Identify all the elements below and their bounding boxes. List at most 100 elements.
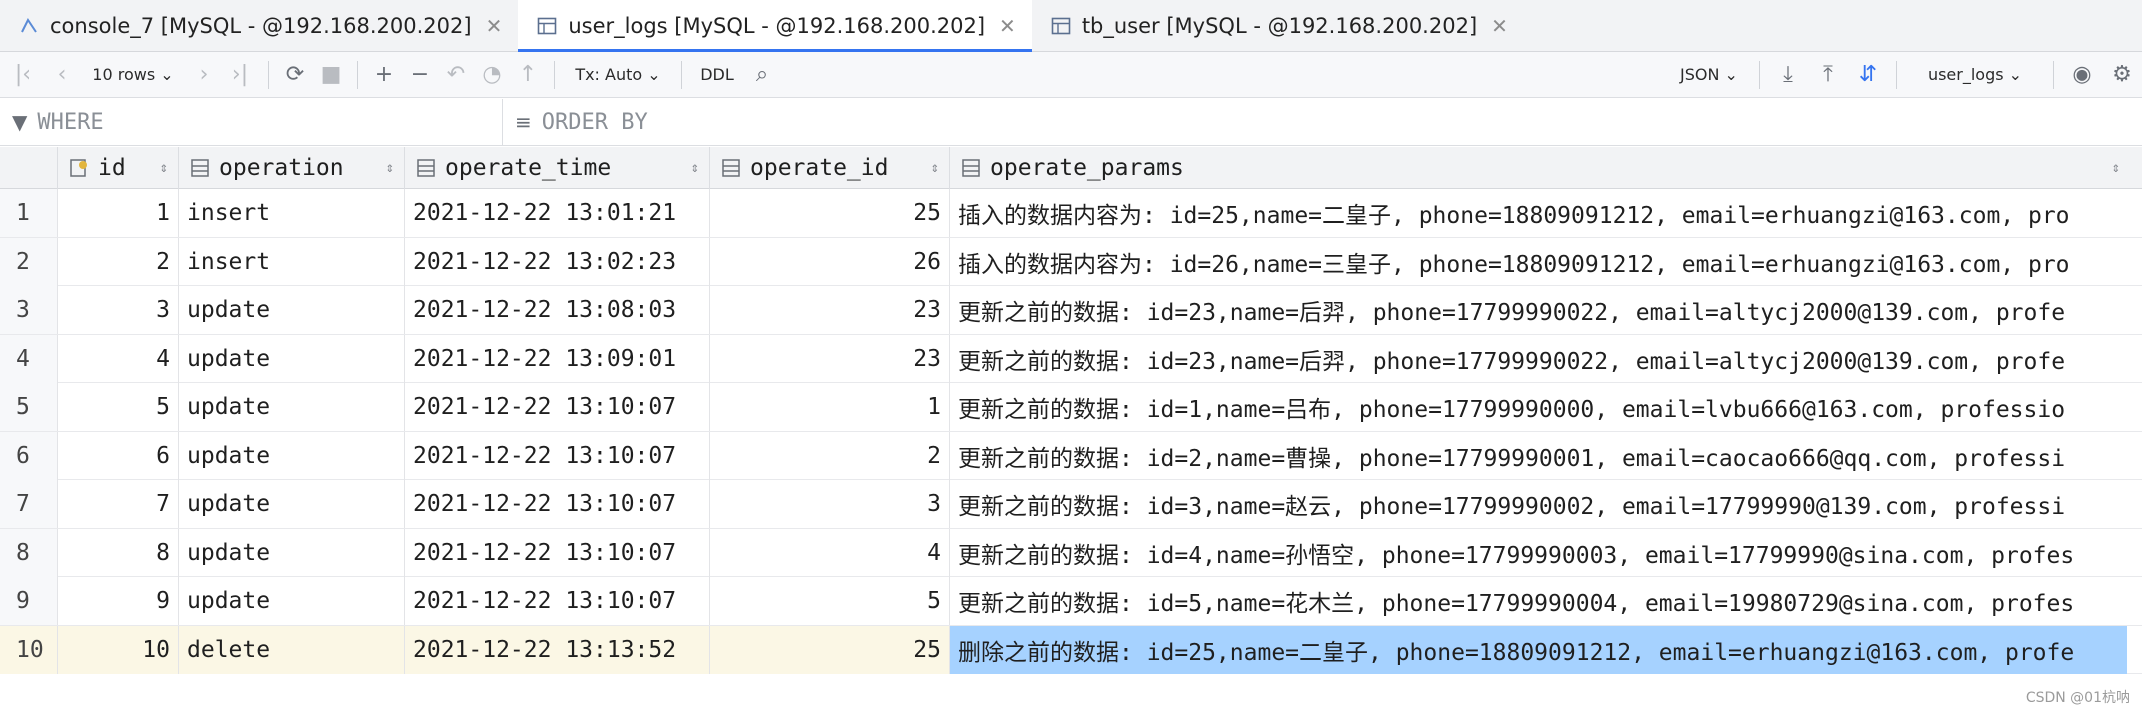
previous-page-icon[interactable]: ‹ (46, 52, 78, 98)
cell-operation[interactable]: update (179, 431, 405, 480)
cell-operate-time[interactable]: 2021-12-22 13:08:03 (405, 286, 710, 334)
cell-operate-params[interactable]: 更新之前的数据: id=4,name=孙悟空, phone=1779999000… (950, 529, 2127, 577)
cell-id[interactable]: 7 (58, 480, 179, 528)
table-select-dropdown[interactable]: user_logs ⌄ (1905, 52, 2045, 98)
cell-operation[interactable]: update (179, 334, 405, 383)
cell-operation[interactable]: insert (179, 189, 405, 237)
view-icon[interactable]: ◉ (2062, 52, 2102, 98)
compare-icon[interactable]: ⇵ (1848, 52, 1888, 98)
rows-count-dropdown[interactable]: 10 rows ⌄ (78, 52, 188, 98)
add-row-icon[interactable]: + (366, 52, 402, 98)
table-row[interactable]: 2 2 insert 2021-12-22 13:02:23 26 插入的数据内… (0, 237, 2142, 286)
format-dropdown[interactable]: JSON ⌄ (1667, 52, 1751, 98)
cell-operate-id[interactable]: 1 (710, 383, 950, 431)
cell-operate-time[interactable]: 2021-12-22 13:10:07 (405, 528, 710, 577)
search-icon[interactable]: ⌕ (744, 52, 780, 98)
first-page-icon[interactable]: |‹ (0, 52, 46, 98)
cell-operation[interactable]: update (179, 286, 405, 334)
refresh-icon[interactable]: ⟳ (277, 52, 313, 98)
close-icon[interactable]: ✕ (1491, 14, 1508, 38)
cell-operate-id[interactable]: 23 (710, 334, 950, 383)
cell-operation[interactable]: update (179, 480, 405, 528)
delete-row-icon[interactable]: − (402, 52, 438, 98)
column-header-operation[interactable]: operation ⇕ (179, 147, 405, 189)
sort-icon[interactable]: ⇕ (931, 160, 939, 176)
cell-operate-id[interactable]: 26 (710, 237, 950, 286)
cell-id[interactable]: 3 (58, 286, 179, 334)
cell-operate-params[interactable]: 更新之前的数据: id=23,name=后羿, phone=1779999002… (950, 286, 2127, 334)
cell-operate-params[interactable]: 更新之前的数据: id=2,name=曹操, phone=17799990001… (950, 432, 2127, 480)
transaction-mode-dropdown[interactable]: Tx: Auto ⌄ (563, 52, 673, 98)
preview-changes-icon[interactable]: ◔ (474, 52, 510, 98)
cell-id[interactable]: 1 (58, 189, 179, 237)
cell-operate-id[interactable]: 4 (710, 528, 950, 577)
cell-id[interactable]: 4 (58, 334, 179, 383)
tab-user-logs[interactable]: user_logs [MySQL - @192.168.200.202] ✕ (518, 0, 1033, 53)
order-by-input[interactable]: ≡ ORDER BY (503, 99, 648, 145)
next-page-icon[interactable]: › (188, 52, 220, 98)
cell-operate-params-selected[interactable]: 删除之前的数据: id=25,name=二皇子, phone=188090912… (950, 625, 2127, 674)
tab-console-7[interactable]: console_7 [MySQL - @192.168.200.202] ✕ (0, 0, 518, 52)
table-row[interactable]: 5 5 update 2021-12-22 13:10:07 1 更新之前的数据… (0, 383, 2142, 432)
cell-operate-id[interactable]: 2 (710, 431, 950, 480)
revert-icon[interactable]: ↶ (438, 52, 474, 98)
ddl-button[interactable]: DDL (690, 52, 744, 98)
where-filter-input[interactable]: ▼ WHERE (0, 99, 503, 145)
cell-operation[interactable]: update (179, 383, 405, 431)
table-row[interactable]: 3 3 update 2021-12-22 13:08:03 23 更新之前的数… (0, 286, 2142, 335)
cell-operate-id[interactable]: 25 (710, 189, 950, 237)
cell-id[interactable]: 6 (58, 431, 179, 480)
close-icon[interactable]: ✕ (486, 14, 503, 38)
cell-operation[interactable]: insert (179, 237, 405, 286)
table-row[interactable]: 1 1 insert 2021-12-22 13:01:21 25 插入的数据内… (0, 189, 2142, 238)
cell-operate-time[interactable]: 2021-12-22 13:13:52 (405, 625, 710, 674)
cell-operate-params[interactable]: 更新之前的数据: id=3,name=赵云, phone=17799990002… (950, 480, 2127, 528)
cell-operate-params[interactable]: 更新之前的数据: id=5,name=花木兰, phone=1779999000… (950, 577, 2127, 625)
cell-operation[interactable]: update (179, 528, 405, 577)
cell-operate-params[interactable]: 更新之前的数据: id=1,name=吕布, phone=17799990000… (950, 383, 2127, 431)
table-row-selected[interactable]: 10 10 delete 2021-12-22 13:13:52 25 删除之前… (0, 625, 2142, 674)
cell-id[interactable]: 5 (58, 383, 179, 431)
cell-operate-time[interactable]: 2021-12-22 13:10:07 (405, 383, 710, 431)
last-page-icon[interactable]: ›| (220, 52, 260, 98)
cell-operate-id[interactable]: 5 (710, 577, 950, 625)
tab-tb-user[interactable]: tb_user [MySQL - @192.168.200.202] ✕ (1032, 0, 1524, 52)
stop-icon[interactable]: ■ (313, 52, 349, 98)
cell-operation[interactable]: delete (179, 625, 405, 674)
column-header-operate-id[interactable]: operate_id ⇕ (710, 147, 950, 189)
column-header-id[interactable]: id ⇕ (58, 147, 179, 189)
cell-operate-params[interactable]: 更新之前的数据: id=23,name=后羿, phone=1779999002… (950, 335, 2127, 383)
cell-operate-id[interactable]: 25 (710, 625, 950, 674)
close-icon[interactable]: ✕ (999, 14, 1016, 38)
gear-icon[interactable]: ⚙ (2102, 52, 2142, 98)
cell-operate-params[interactable]: 插入的数据内容为: id=25,name=二皇子, phone=18809091… (950, 189, 2127, 237)
cell-operate-time[interactable]: 2021-12-22 13:10:07 (405, 431, 710, 480)
cell-operation[interactable]: update (179, 577, 405, 625)
cell-operate-id[interactable]: 23 (710, 286, 950, 334)
sort-icon[interactable]: ⇕ (691, 160, 699, 176)
cell-id[interactable]: 2 (58, 237, 179, 286)
table-row[interactable]: 6 6 update 2021-12-22 13:10:07 2 更新之前的数据… (0, 431, 2142, 480)
sort-icon[interactable]: ⇕ (2112, 160, 2120, 176)
cell-operate-time[interactable]: 2021-12-22 13:01:21 (405, 189, 710, 237)
cell-operate-time[interactable]: 2021-12-22 13:10:07 (405, 480, 710, 528)
cell-operate-params[interactable]: 插入的数据内容为: id=26,name=三皇子, phone=18809091… (950, 238, 2127, 286)
cell-operate-id[interactable]: 3 (710, 480, 950, 528)
column-header-operate-time[interactable]: operate_time ⇕ (405, 147, 710, 189)
export-icon[interactable]: ⤓ (1768, 52, 1808, 98)
table-row[interactable]: 8 8 update 2021-12-22 13:10:07 4 更新之前的数据… (0, 528, 2142, 577)
submit-icon[interactable]: ↑ (510, 52, 546, 98)
cell-operate-time[interactable]: 2021-12-22 13:09:01 (405, 334, 710, 383)
cell-id[interactable]: 8 (58, 528, 179, 577)
table-row[interactable]: 7 7 update 2021-12-22 13:10:07 3 更新之前的数据… (0, 480, 2142, 529)
sort-icon[interactable]: ⇕ (160, 160, 168, 176)
sort-icon[interactable]: ⇕ (386, 160, 394, 176)
cell-id[interactable]: 9 (58, 577, 179, 625)
cell-id[interactable]: 10 (58, 625, 179, 674)
cell-operate-time[interactable]: 2021-12-22 13:10:07 (405, 577, 710, 625)
import-icon[interactable]: ⤒ (1808, 52, 1848, 98)
column-header-operate-params[interactable]: operate_params ⇕ (950, 147, 2142, 189)
table-row[interactable]: 9 9 update 2021-12-22 13:10:07 5 更新之前的数据… (0, 577, 2142, 626)
cell-operate-time[interactable]: 2021-12-22 13:02:23 (405, 237, 710, 286)
table-row[interactable]: 4 4 update 2021-12-22 13:09:01 23 更新之前的数… (0, 334, 2142, 383)
